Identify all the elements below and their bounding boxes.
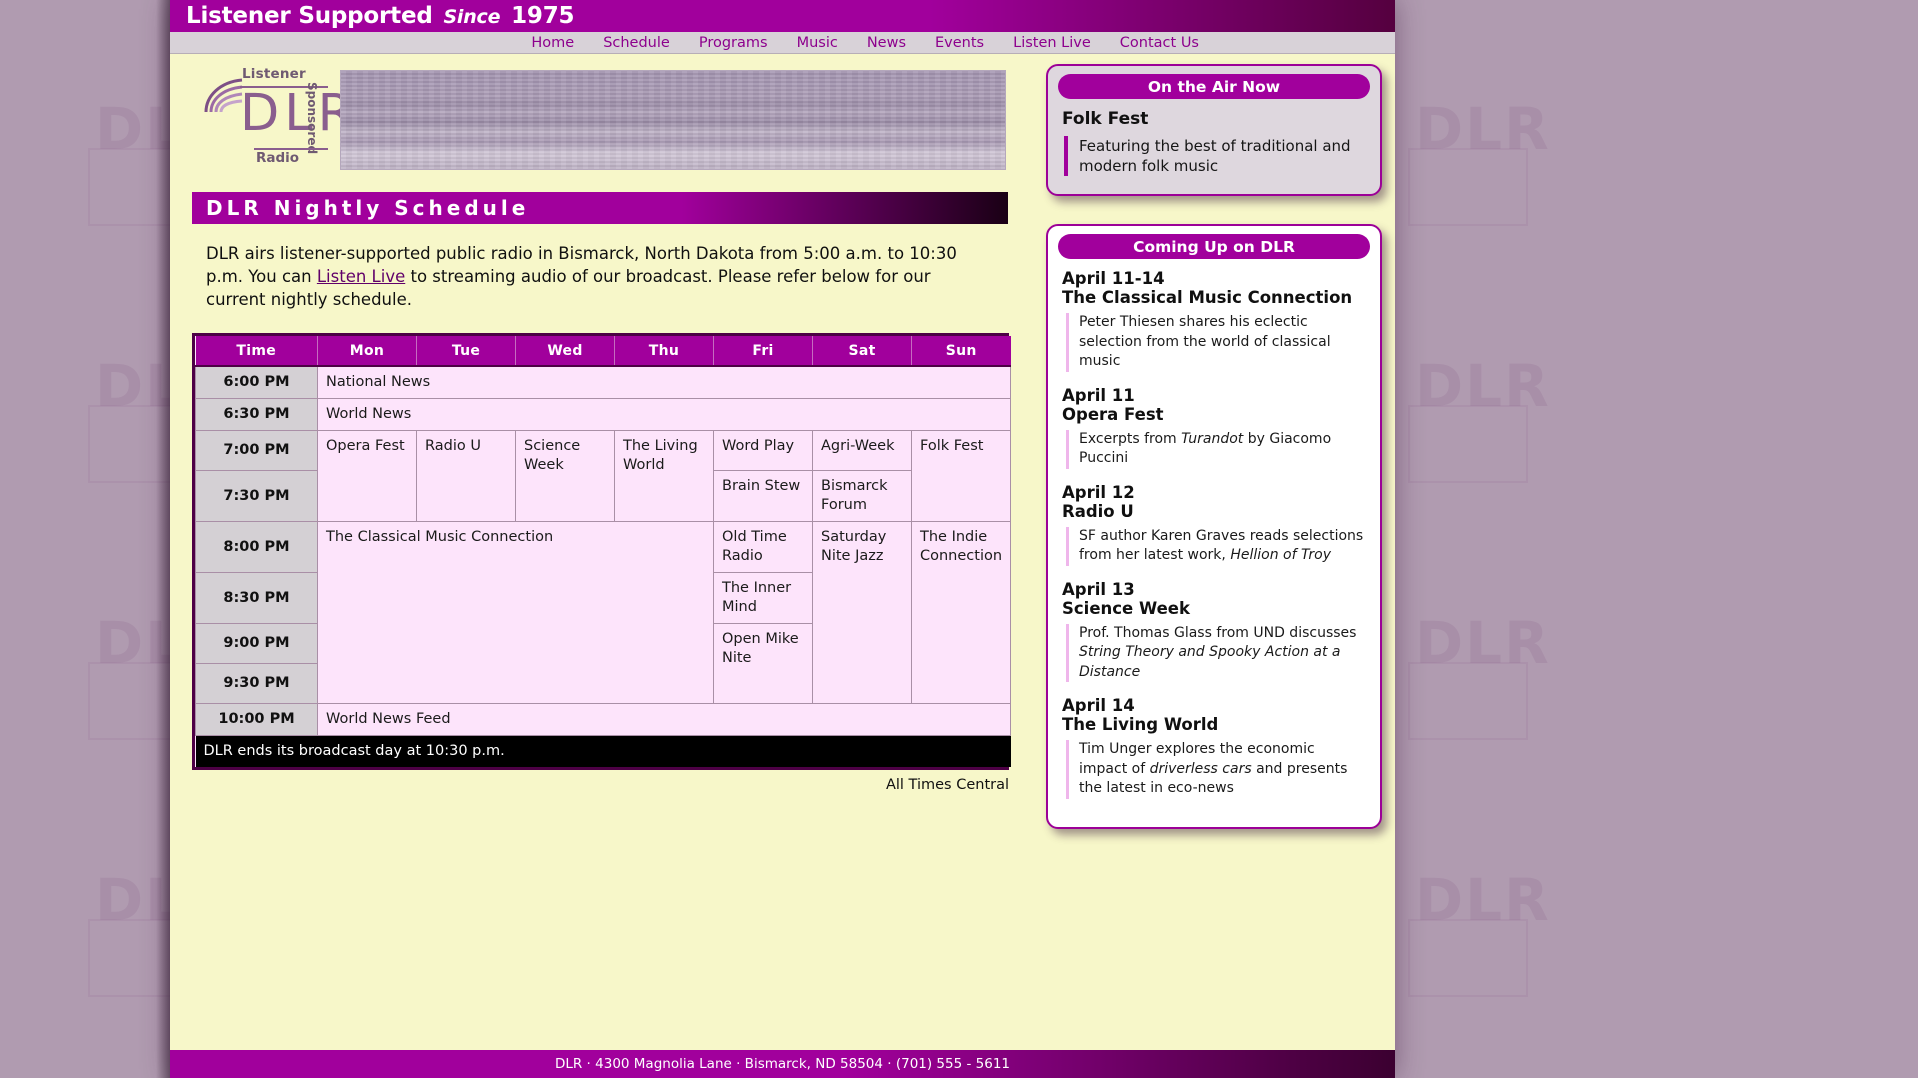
schedule-program-cell: National News: [317, 365, 1011, 399]
schedule-program-cell: The Living World: [614, 430, 714, 522]
schedule-time-cell: 10:00 PM: [195, 703, 318, 736]
listen-live-link[interactable]: Listen Live: [317, 267, 405, 286]
coming-up-blurb: Tim Unger explores the economic impact o…: [1066, 740, 1366, 799]
coming-up-blurb: Prof. Thomas Glass from UND discusses St…: [1066, 623, 1366, 682]
logo-sponsored-text: Sponsored: [305, 82, 319, 155]
coming-up-list: April 11-14 The Classical Music Connectio…: [1048, 259, 1380, 799]
nav-item-schedule[interactable]: Schedule: [603, 35, 670, 51]
col-header-thu: Thu: [614, 336, 714, 367]
schedule-time-cell: 8:30 PM: [195, 572, 318, 624]
schedule-program-cell: Folk Fest: [911, 430, 1011, 522]
on-air-show-title: Folk Fest: [1062, 109, 1149, 129]
schedule-time-cell: 9:30 PM: [195, 663, 318, 704]
schedule-program-cell: Science Week: [515, 430, 615, 522]
coming-up-blurb: SF author Karen Graves reads selections …: [1066, 526, 1366, 566]
nav-item-news[interactable]: News: [867, 35, 906, 51]
table-row: 6:00 PM National News: [195, 365, 1011, 399]
schedule-program-cell: Saturday Nite Jazz: [812, 521, 912, 704]
intro-paragraph: DLR airs listener-supported public radio…: [206, 242, 966, 311]
col-header-fri: Fri: [713, 336, 813, 367]
logo-radio-text: Radio: [256, 150, 300, 166]
coming-up-program: The Living World: [1062, 715, 1219, 734]
schedule-program-cell: The Indie Connection: [911, 521, 1011, 704]
schedule-program-cell: The Inner Mind: [713, 572, 813, 624]
schedule-program-cell: Opera Fest: [317, 430, 417, 522]
nav-item-home[interactable]: Home: [531, 35, 574, 51]
list-item: April 11 Opera Fest Excerpts from Turandot…: [1062, 386, 1366, 469]
schedule-footer-row: DLR ends its broadcast day at 10:30 p.m.: [195, 735, 1011, 767]
table-row: 7:00 PM Opera Fest Radio U Science Week The …: [195, 430, 1011, 522]
nav-item-music[interactable]: Music: [797, 35, 838, 51]
schedule-program-cell: Brain Stew: [713, 470, 813, 522]
hero-banner-image: [340, 70, 1006, 170]
list-item: April 13 Science Week Prof. Thomas Glass f…: [1062, 579, 1366, 682]
schedule-program-cell: The Classical Music Connection: [317, 521, 714, 704]
all-times-note: All Times Central: [885, 777, 1009, 793]
schedule-time-cell: 6:00 PM: [195, 365, 318, 399]
main-navigation: Home Schedule Programs Music News Events…: [170, 32, 1395, 54]
site-footer: DLR · 4300 Magnolia Lane · Bismarck, ND …: [170, 1050, 1395, 1078]
coming-up-date: April 11-14: [1062, 269, 1165, 288]
sidebar: On the Air Now Folk Fest Featuring the b…: [1046, 64, 1382, 857]
schedule-program-cell: Radio U: [416, 430, 516, 522]
coming-up-program: Science Week: [1062, 598, 1190, 618]
on-the-air-now-panel: On the Air Now Folk Fest Featuring the b…: [1046, 64, 1382, 196]
nav-item-events[interactable]: Events: [935, 35, 984, 51]
schedule-body: 6:00 PM National News 6:30 PM World News 7:0…: [195, 365, 1011, 736]
slogan-since: Since: [443, 6, 501, 28]
coming-up-date: April 11: [1062, 385, 1135, 405]
coming-up-program: Opera Fest: [1062, 404, 1164, 424]
coming-up-date: April 12: [1062, 482, 1135, 502]
site-slogan: Listener Supported Since 1975: [186, 3, 575, 29]
broadcast-end-note: DLR ends its broadcast day at 10:30 p.m.: [195, 735, 1011, 767]
nav-item-programs[interactable]: Programs: [699, 35, 768, 51]
schedule-time-cell: 6:30 PM: [195, 398, 318, 431]
col-header-sat: Sat: [812, 336, 912, 367]
schedule-header-row: Time Mon Tue Wed Thu Fri Sat Sun: [195, 336, 1011, 367]
nav-item-contact-us[interactable]: Contact Us: [1120, 35, 1199, 51]
coming-up-blurb: Excerpts from Turandot by Giacomo Puccin…: [1066, 429, 1366, 469]
schedule-time-cell: 7:30 PM: [195, 470, 318, 522]
schedule-program-cell: Old Time Radio: [713, 521, 813, 573]
schedule-time-cell: 9:00 PM: [195, 623, 318, 664]
slogan-main: Listener Supported: [186, 3, 433, 29]
schedule-program-cell: Bismarck Forum: [812, 470, 912, 522]
logo-listener-text: Listener: [242, 66, 306, 82]
site-logo[interactable]: Listener DLR Sponsored Radio: [194, 64, 353, 178]
schedule-program-cell: Word Play: [713, 430, 813, 471]
top-banner: Listener Supported Since 1975: [170, 0, 1395, 32]
table-row: 8:00 PM The Classical Music Connection Old…: [195, 521, 1011, 704]
on-air-heading: On the Air Now: [1058, 74, 1370, 99]
coming-up-date: April 13: [1062, 579, 1135, 599]
nightly-schedule-table: Time Mon Tue Wed Thu Fri Sat Sun 6:00 PM…: [195, 336, 1011, 767]
coming-up-date: April 14: [1062, 696, 1135, 715]
schedule-program-cell: Open Mike Nite: [713, 623, 813, 704]
list-item: April 14 The Living World Tim Unger explor…: [1062, 696, 1366, 799]
page-title: DLR Nightly Schedule: [192, 192, 1008, 224]
schedule-time-cell: 8:00 PM: [195, 521, 318, 573]
col-header-sun: Sun: [911, 336, 1011, 367]
schedule-time-cell: 7:00 PM: [195, 430, 318, 471]
page-container: Listener Supported Since 1975 Home Sched…: [156, 0, 1395, 1078]
list-item: April 12 Radio U SF author Karen Graves re…: [1062, 483, 1366, 566]
coming-up-blurb: Peter Thiesen shares his eclectic select…: [1066, 313, 1366, 372]
coming-up-program: The Classical Music Connection: [1062, 288, 1353, 307]
col-header-tue: Tue: [416, 336, 516, 367]
col-header-mon: Mon: [317, 336, 417, 367]
col-header-time: Time: [195, 336, 318, 367]
coming-up-panel: Coming Up on DLR April 11-14 The Classica…: [1046, 224, 1382, 829]
coming-up-heading: Coming Up on DLR: [1058, 234, 1370, 259]
schedule-program-cell: World News: [317, 398, 1011, 431]
col-header-wed: Wed: [515, 336, 615, 367]
coming-up-program: Radio U: [1062, 501, 1134, 521]
schedule-program-cell: Agri-Week: [812, 430, 912, 471]
schedule-program-cell: World News Feed: [317, 703, 1011, 736]
table-row: 6:30 PM World News: [195, 398, 1011, 431]
list-item: April 11-14 The Classical Music Connectio…: [1062, 269, 1366, 372]
slogan-year: 1975: [511, 3, 575, 29]
schedule-table-wrapper: Time Mon Tue Wed Thu Fri Sat Sun 6:00 PM…: [192, 333, 1011, 770]
nav-item-listen-live[interactable]: Listen Live: [1013, 35, 1091, 51]
on-air-show-description: Featuring the best of traditional and mo…: [1064, 136, 1366, 176]
table-row: 10:00 PM World News Feed: [195, 703, 1011, 736]
